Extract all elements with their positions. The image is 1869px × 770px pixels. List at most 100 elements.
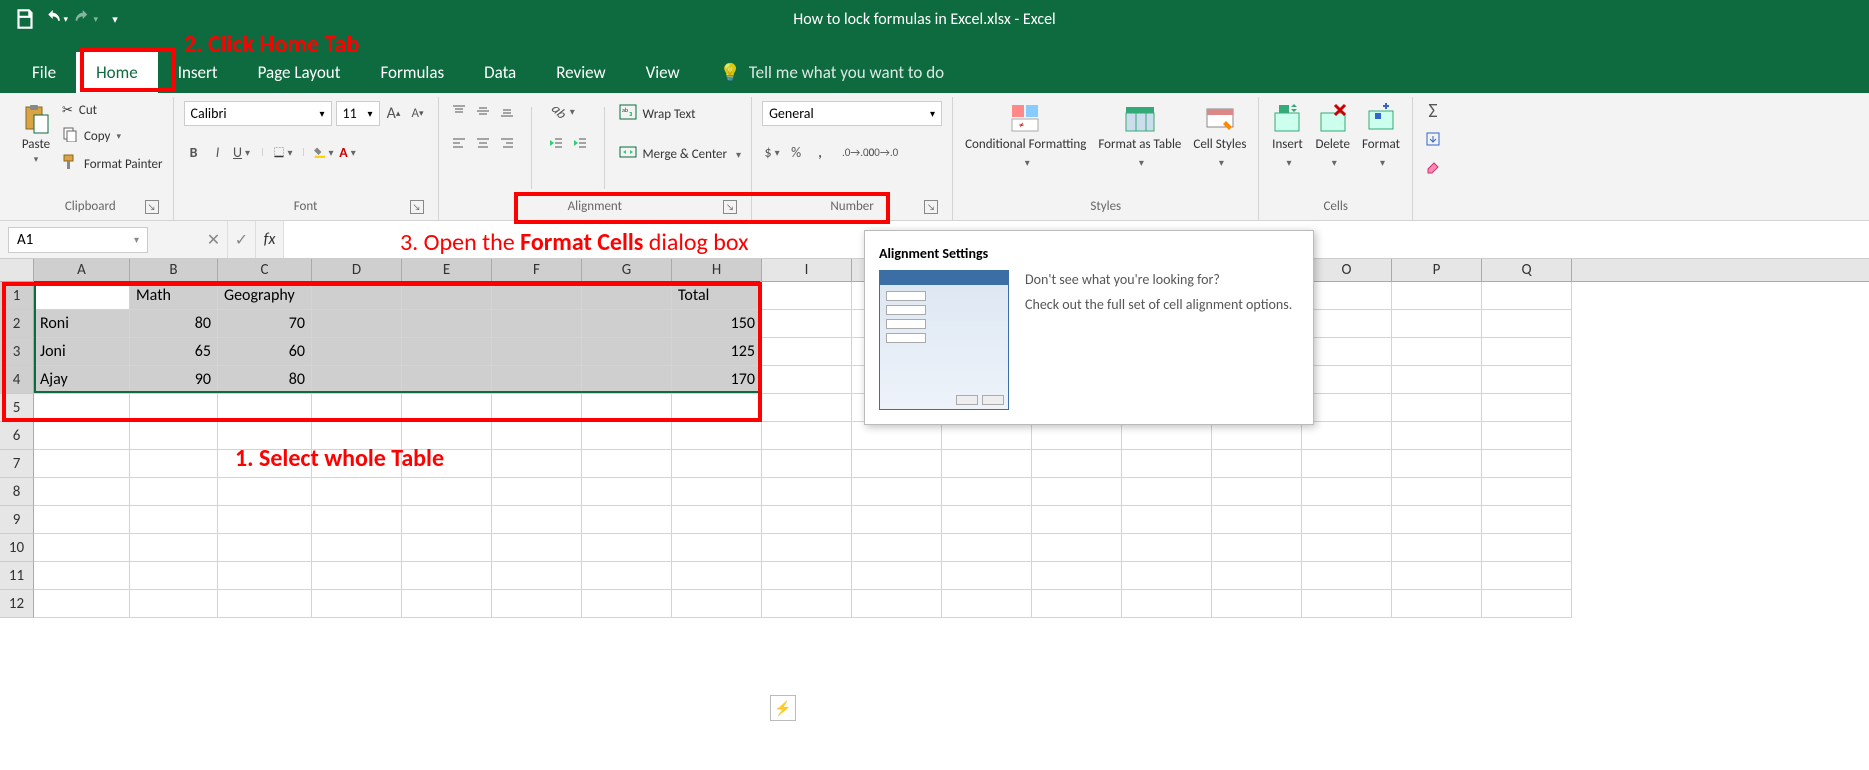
format-cells-button[interactable]: Format: [1360, 101, 1402, 172]
copy-button[interactable]: Copy ▾: [62, 124, 163, 148]
col-header-D[interactable]: D: [312, 259, 402, 281]
cell[interactable]: [1482, 282, 1572, 310]
cell[interactable]: [218, 394, 312, 422]
cell-G2[interactable]: [582, 310, 672, 338]
cell[interactable]: [1482, 506, 1572, 534]
cell-F1[interactable]: [492, 282, 582, 310]
cell[interactable]: [1482, 590, 1572, 618]
cell[interactable]: [34, 590, 130, 618]
cell[interactable]: [402, 478, 492, 506]
cell[interactable]: [34, 478, 130, 506]
cell[interactable]: [312, 506, 402, 534]
cell[interactable]: [130, 394, 218, 422]
tell-me-search[interactable]: 💡 Tell me what you want to do: [700, 52, 964, 93]
cell-D1[interactable]: [312, 282, 402, 310]
cell[interactable]: [1302, 534, 1392, 562]
align-bottom-button[interactable]: [497, 101, 517, 121]
cell-A3[interactable]: Joni: [34, 338, 130, 366]
cell[interactable]: [1302, 478, 1392, 506]
cell[interactable]: [762, 310, 852, 338]
col-header-A[interactable]: A: [34, 259, 130, 281]
cell[interactable]: [672, 506, 762, 534]
cell[interactable]: [34, 394, 130, 422]
name-box[interactable]: A1 ▾: [8, 227, 148, 253]
cell[interactable]: [1302, 506, 1392, 534]
cell[interactable]: [852, 450, 942, 478]
cell-H4[interactable]: 170: [672, 366, 762, 394]
cell[interactable]: [942, 450, 1032, 478]
col-header-G[interactable]: G: [582, 259, 672, 281]
cell[interactable]: [1482, 478, 1572, 506]
cell[interactable]: [1212, 562, 1302, 590]
cell[interactable]: [1122, 534, 1212, 562]
cell-C4[interactable]: 80: [218, 366, 312, 394]
cell[interactable]: [1392, 394, 1482, 422]
align-left-button[interactable]: [449, 133, 469, 153]
cell-F2[interactable]: [492, 310, 582, 338]
cell[interactable]: [402, 450, 492, 478]
cell[interactable]: [852, 534, 942, 562]
increase-font-button[interactable]: A▴: [384, 104, 404, 124]
cell[interactable]: [130, 534, 218, 562]
underline-button[interactable]: U: [232, 142, 252, 162]
insert-cells-button[interactable]: Insert: [1269, 101, 1305, 172]
autosum-button[interactable]: Σ: [1423, 101, 1443, 121]
cell[interactable]: [1122, 562, 1212, 590]
cell[interactable]: [582, 590, 672, 618]
cell-D3[interactable]: [312, 338, 402, 366]
tab-view[interactable]: View: [626, 52, 700, 93]
cell[interactable]: [852, 590, 942, 618]
border-button[interactable]: [273, 142, 293, 162]
cell[interactable]: [582, 422, 672, 450]
cell[interactable]: [582, 562, 672, 590]
conditional-formatting-button[interactable]: ≠ Conditional Formatting: [963, 101, 1088, 172]
col-header-P[interactable]: P: [1392, 259, 1482, 281]
undo-button[interactable]: ▾: [42, 6, 68, 32]
cell[interactable]: [672, 450, 762, 478]
cell[interactable]: [1032, 506, 1122, 534]
cell[interactable]: [762, 338, 852, 366]
cell[interactable]: [1482, 366, 1572, 394]
row-header-10[interactable]: 10: [0, 534, 34, 562]
align-middle-button[interactable]: [473, 101, 493, 121]
cell-B3[interactable]: 65: [130, 338, 218, 366]
row-header-2[interactable]: 2: [0, 310, 34, 338]
cell[interactable]: [1302, 562, 1392, 590]
cell[interactable]: [402, 590, 492, 618]
cell[interactable]: [402, 562, 492, 590]
cell[interactable]: [1392, 450, 1482, 478]
cell[interactable]: [218, 562, 312, 590]
font-size-combo[interactable]: 11▾: [336, 101, 380, 126]
col-header-Q[interactable]: Q: [1482, 259, 1572, 281]
cell[interactable]: [762, 366, 852, 394]
cell[interactable]: [1212, 422, 1302, 450]
cell[interactable]: [1482, 422, 1572, 450]
cell[interactable]: [1302, 590, 1392, 618]
col-header-O[interactable]: O: [1302, 259, 1392, 281]
col-header-F[interactable]: F: [492, 259, 582, 281]
paste-button[interactable]: Paste ▾: [18, 101, 54, 167]
cell[interactable]: [130, 478, 218, 506]
cell[interactable]: [1032, 534, 1122, 562]
number-launcher[interactable]: ↘: [924, 200, 938, 214]
cell[interactable]: [312, 422, 402, 450]
cell[interactable]: [130, 450, 218, 478]
cell[interactable]: [1212, 450, 1302, 478]
merge-center-button[interactable]: Merge & Center: [619, 141, 742, 167]
cell-E1[interactable]: [402, 282, 492, 310]
format-as-table-button[interactable]: Format as Table: [1096, 101, 1183, 172]
cell[interactable]: [402, 506, 492, 534]
cell[interactable]: [1302, 338, 1392, 366]
cell[interactable]: [1302, 450, 1392, 478]
cell[interactable]: [1302, 422, 1392, 450]
percent-format-button[interactable]: %: [786, 142, 806, 162]
col-header-B[interactable]: B: [130, 259, 218, 281]
cell[interactable]: [852, 478, 942, 506]
cell[interactable]: [1482, 310, 1572, 338]
cell[interactable]: [1392, 366, 1482, 394]
col-header-I[interactable]: I: [762, 259, 852, 281]
clipboard-launcher[interactable]: ↘: [145, 200, 159, 214]
comma-format-button[interactable]: ,: [810, 142, 830, 162]
cell[interactable]: [942, 478, 1032, 506]
align-right-button[interactable]: [497, 133, 517, 153]
